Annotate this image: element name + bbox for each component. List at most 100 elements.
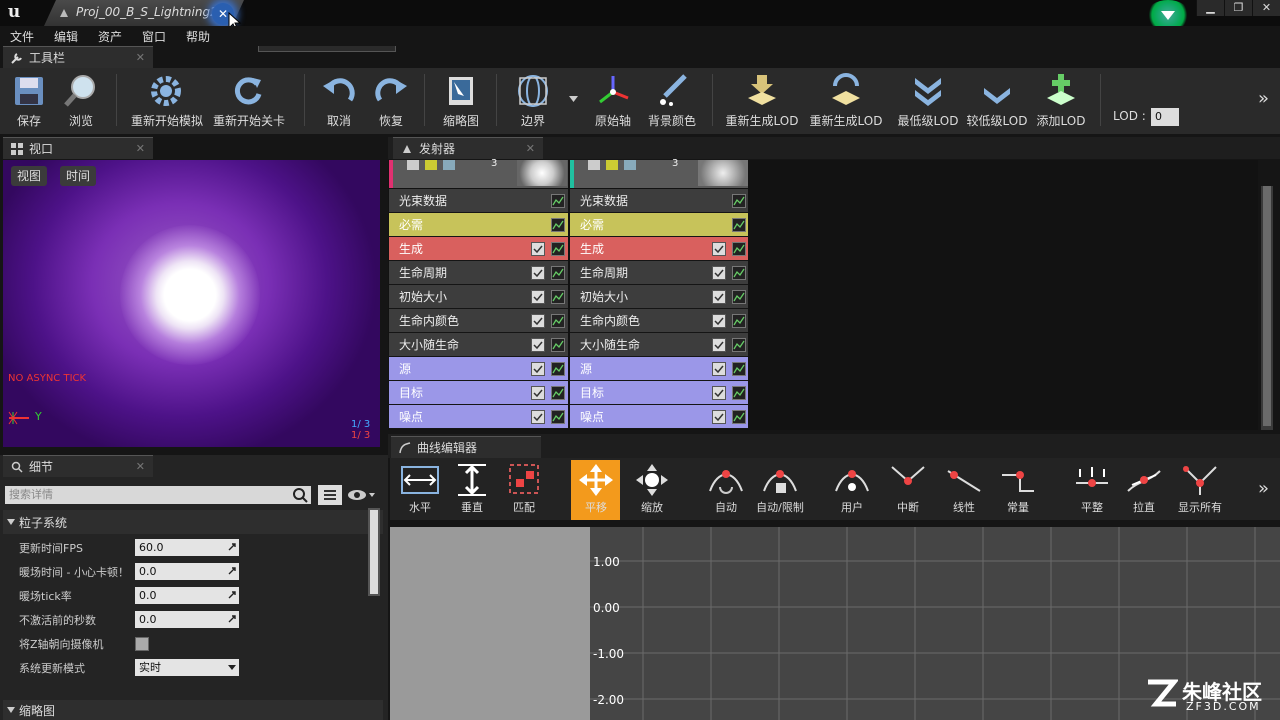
details-search-input[interactable]: 搜索详情	[5, 486, 311, 504]
curve-graph-icon[interactable]	[551, 410, 565, 424]
zoom-button[interactable]: 缩放	[624, 461, 680, 519]
update-mode-select[interactable]: 实时	[135, 659, 239, 676]
fit-button[interactable]: 匹配	[496, 461, 552, 519]
lowest-lod-button[interactable]: 最低级LOD	[891, 72, 965, 130]
property-value-input[interactable]: 0.0	[135, 563, 239, 580]
emitter-module-row[interactable]: 生命内颜色	[570, 309, 748, 333]
module-enable-checkbox[interactable]	[531, 362, 545, 376]
regen-lod-button-1[interactable]: 重新生成LOD	[725, 72, 799, 130]
eye-icon[interactable]	[347, 488, 377, 502]
emitter-module-row[interactable]: 源	[570, 357, 748, 381]
property-value-input[interactable]: 0.0	[135, 587, 239, 604]
constant-button[interactable]: 常量	[990, 461, 1046, 519]
emitter-scrollbar[interactable]	[1261, 186, 1273, 430]
emitter-module-row[interactable]: 初始大小	[570, 285, 748, 309]
curve-graph-icon[interactable]	[551, 338, 565, 352]
curve-graph-icon[interactable]	[732, 242, 746, 256]
close-panel-icon[interactable]: ✕	[526, 138, 535, 160]
emitter-header-1[interactable]: 3	[389, 158, 568, 188]
view-menu-button[interactable]: 视图	[11, 166, 48, 186]
curve-graph-icon[interactable]	[732, 218, 746, 232]
menu-help[interactable]: 帮助	[186, 28, 210, 45]
emitter-header-2[interactable]: 3	[570, 158, 748, 188]
curve-graph-icon[interactable]	[732, 194, 746, 208]
curve-graph-icon[interactable]	[732, 386, 746, 400]
curve-graph-icon[interactable]	[551, 314, 565, 328]
break-tangent-button[interactable]: 中断	[880, 461, 936, 519]
emitter-panel-tab[interactable]: 发射器 ✕	[393, 137, 543, 159]
restart-sim-button[interactable]: 重新开始模拟	[131, 72, 203, 130]
regen-lod-button-2[interactable]: 重新生成LOD	[809, 72, 883, 130]
emitter-module-row[interactable]: 初始大小	[389, 285, 568, 309]
menu-edit[interactable]: 编辑	[54, 28, 78, 45]
add-lod-button[interactable]: 添加LOD	[1026, 72, 1096, 130]
curve-graph-icon[interactable]	[732, 338, 746, 352]
curve-graph-icon[interactable]	[551, 242, 565, 256]
bounds-dropdown-icon[interactable]	[569, 96, 578, 102]
linear-button[interactable]: 线性	[936, 461, 992, 519]
curve-graph-icon[interactable]	[551, 218, 565, 232]
close-panel-icon[interactable]: ✕	[136, 456, 145, 478]
toolbar-overflow-icon[interactable]: »	[1258, 88, 1269, 109]
browse-button[interactable]: 浏览	[46, 72, 116, 130]
emitter-module-row[interactable]: 必需	[570, 213, 748, 237]
viewport-panel-tab[interactable]: 视口 ✕	[3, 137, 153, 159]
module-enable-checkbox[interactable]	[712, 338, 726, 352]
particle-system-section[interactable]: 粒子系统	[3, 510, 383, 534]
module-enable-checkbox[interactable]	[712, 410, 726, 424]
straighten-button[interactable]: 拉直	[1116, 461, 1172, 519]
thumbnail-section[interactable]: 缩略图	[3, 700, 383, 720]
curve-graph-icon[interactable]	[732, 314, 746, 328]
emitter-module-row[interactable]: 源	[389, 357, 568, 381]
emitter-module-row[interactable]: 光束数据	[389, 189, 568, 213]
curve-graph-icon[interactable]	[732, 362, 746, 376]
bounds-button[interactable]: 边界	[498, 72, 568, 130]
menu-asset[interactable]: 资产	[98, 28, 122, 45]
menu-file[interactable]: 文件	[10, 28, 34, 45]
emitter-module-row[interactable]: 大小随生命	[570, 333, 748, 357]
module-enable-checkbox[interactable]	[531, 242, 545, 256]
curve-graph-icon[interactable]	[551, 362, 565, 376]
property-value-input[interactable]: 60.0	[135, 539, 239, 556]
close-panel-icon[interactable]: ✕	[136, 47, 145, 69]
toolbar-panel-tab[interactable]: 工具栏 ✕	[3, 46, 153, 68]
user-tangent-button[interactable]: 用户	[824, 461, 880, 519]
emitter-module-row[interactable]: 生成	[389, 237, 568, 261]
curve-track-list[interactable]	[390, 527, 590, 720]
curve-graph-icon[interactable]	[732, 410, 746, 424]
menu-window[interactable]: 窗口	[142, 28, 166, 45]
module-enable-checkbox[interactable]	[712, 362, 726, 376]
close-panel-icon[interactable]: ✕	[136, 138, 145, 160]
maximize-button[interactable]: ❐	[1224, 0, 1252, 16]
module-enable-checkbox[interactable]	[531, 290, 545, 304]
module-enable-checkbox[interactable]	[531, 386, 545, 400]
minimize-button[interactable]: ▁	[1196, 0, 1224, 16]
emitter-module-row[interactable]: 大小随生命	[389, 333, 568, 357]
unreal-logo-icon[interactable]: u	[4, 2, 24, 22]
vertical-fit-button[interactable]: 垂直	[444, 461, 500, 519]
emitter-module-row[interactable]: 生命内颜色	[389, 309, 568, 333]
curve-overflow-icon[interactable]: »	[1258, 478, 1269, 499]
flatten-button[interactable]: 平整	[1064, 461, 1120, 519]
module-enable-checkbox[interactable]	[712, 242, 726, 256]
curve-graph-icon[interactable]	[551, 386, 565, 400]
pan-button[interactable]: 平移	[568, 461, 624, 519]
emitter-module-row[interactable]: 生命周期	[389, 261, 568, 285]
auto-clamped-button[interactable]: 自动/限制	[752, 461, 808, 519]
curve-editor-tab[interactable]: 曲线编辑器	[391, 436, 541, 458]
emitter-module-row[interactable]: 必需	[389, 213, 568, 237]
details-scrollbar[interactable]	[368, 508, 380, 596]
lod-spinbox[interactable]: 0	[1151, 108, 1179, 126]
module-enable-checkbox[interactable]	[531, 266, 545, 280]
emitter-module-row[interactable]: 噪点	[389, 405, 568, 429]
list-view-icon[interactable]	[318, 485, 342, 505]
curve-graph-icon[interactable]	[551, 194, 565, 208]
curve-graph-icon[interactable]	[551, 266, 565, 280]
background-color-button[interactable]: 背景颜色	[637, 72, 707, 130]
time-menu-button[interactable]: 时间	[60, 166, 97, 186]
thumbnail-button[interactable]: 缩略图	[426, 72, 496, 130]
redo-button[interactable]: 恢复	[356, 72, 426, 130]
curve-graph-icon[interactable]	[732, 266, 746, 280]
close-window-button[interactable]: ✕	[1252, 0, 1280, 16]
curve-graph-icon[interactable]	[551, 290, 565, 304]
